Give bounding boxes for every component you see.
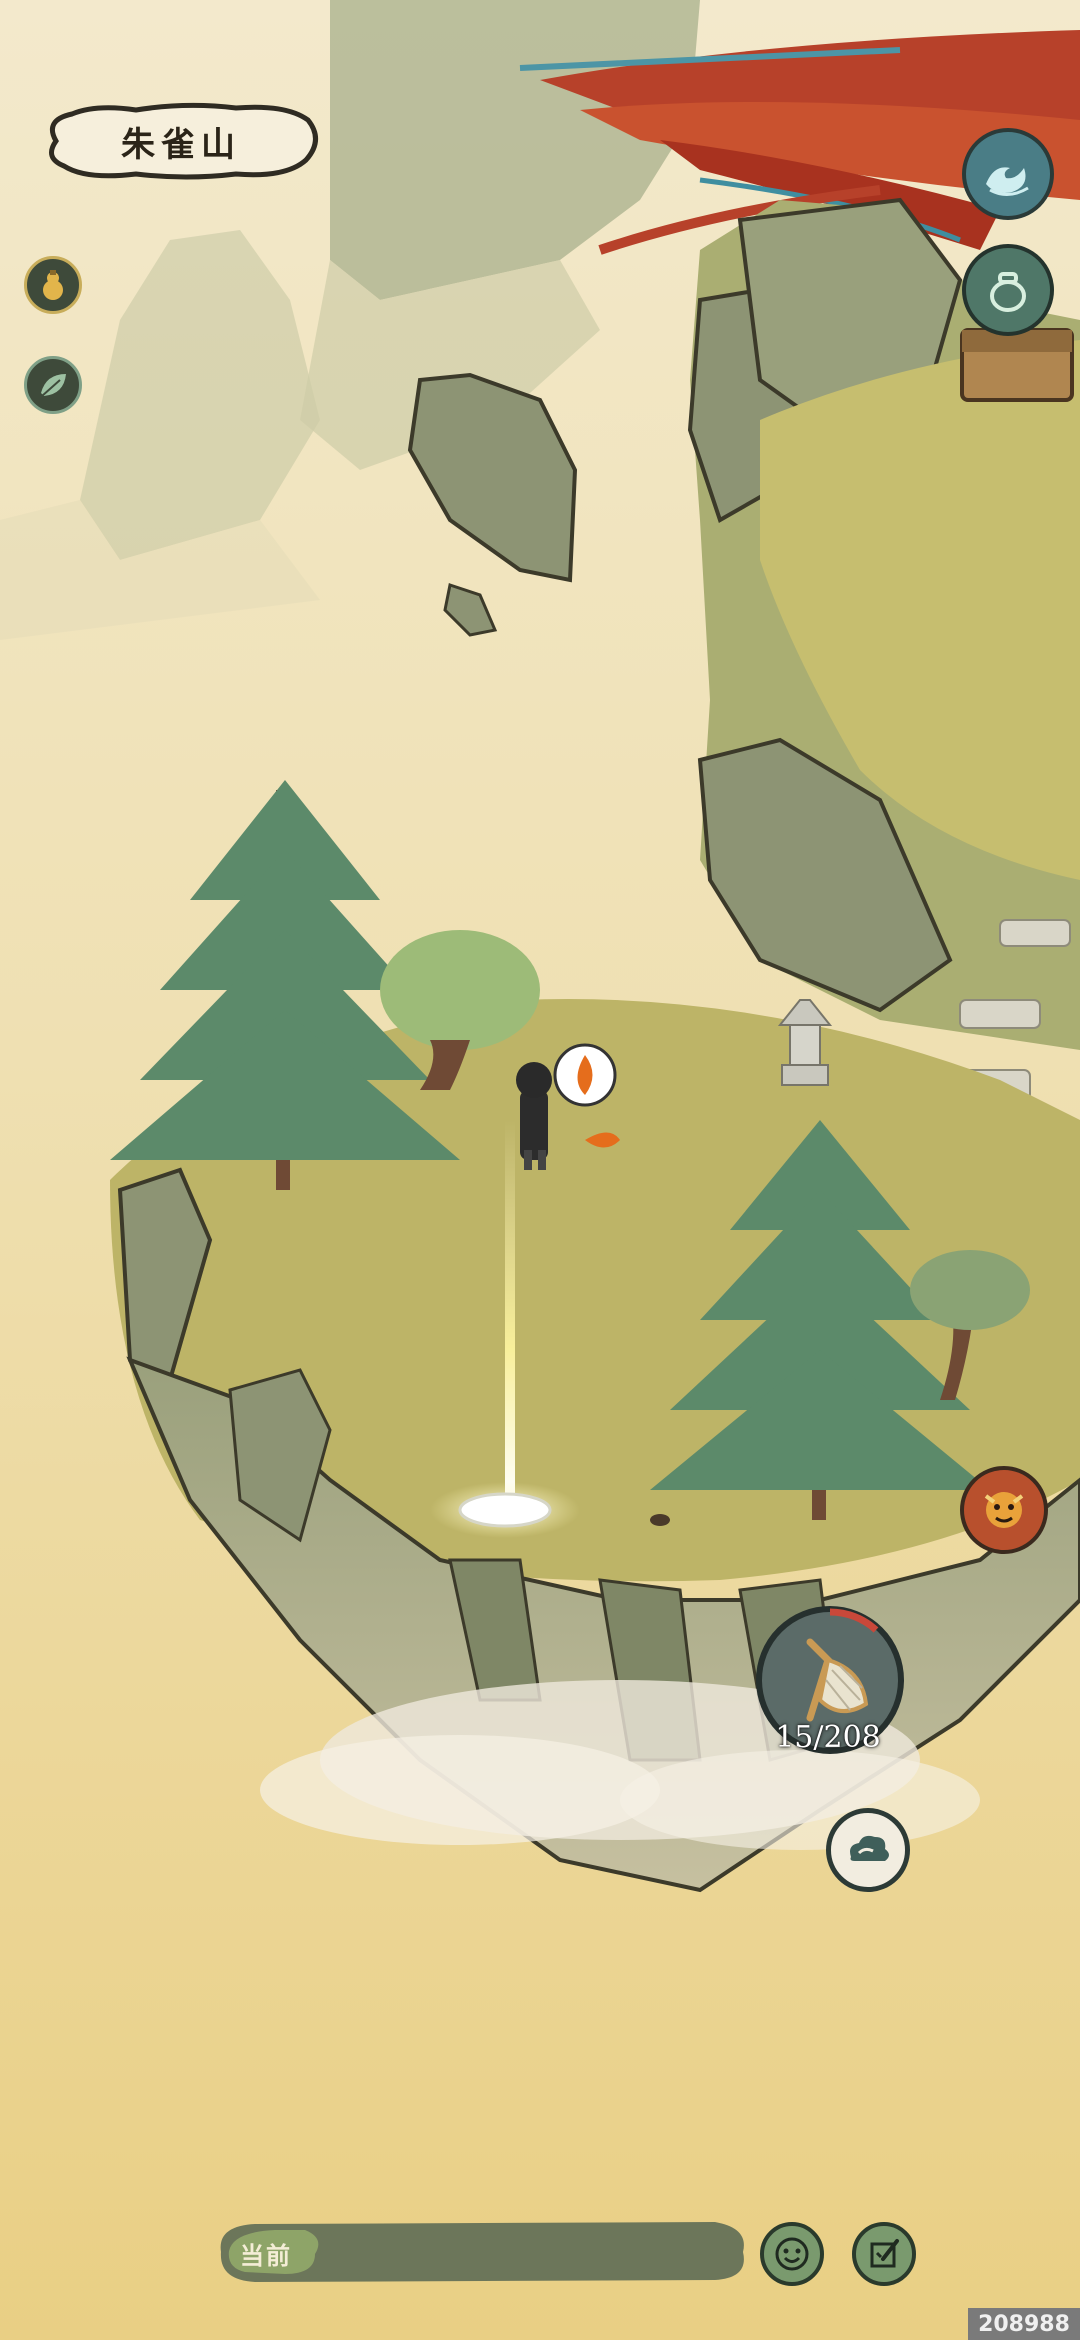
gourd-icon: [43, 270, 63, 300]
leaf-button[interactable]: [24, 356, 82, 414]
net-counter: 15/208: [775, 1720, 881, 1755]
write-note-button[interactable]: [852, 2222, 916, 2286]
wave-button[interactable]: [962, 128, 1054, 220]
build-watermark: 208988: [968, 2308, 1080, 2340]
emoji-button[interactable]: [760, 2222, 824, 2286]
brush-note-icon: [870, 2239, 899, 2268]
gourd-button[interactable]: [24, 256, 82, 314]
game-scene: [0, 0, 1080, 2340]
smile-icon: [775, 2237, 809, 2271]
beast-mask-button[interactable]: [960, 1466, 1048, 1554]
wave-icon: [986, 167, 1029, 196]
cloud-icon: [850, 1835, 889, 1861]
jar-icon: [990, 272, 1026, 312]
beast-mask-icon: [984, 1492, 1024, 1528]
small-critter: [650, 1514, 670, 1526]
chat-channel-label: 当前: [240, 2242, 292, 2270]
cloud-button[interactable]: [826, 1808, 910, 1892]
jar-button[interactable]: [962, 244, 1054, 336]
location-name: 朱雀山: [121, 124, 241, 165]
chat-bar[interactable]: [215, 2218, 750, 2284]
location-label[interactable]: 朱雀山: [36, 100, 326, 182]
leaf-icon: [41, 374, 66, 397]
